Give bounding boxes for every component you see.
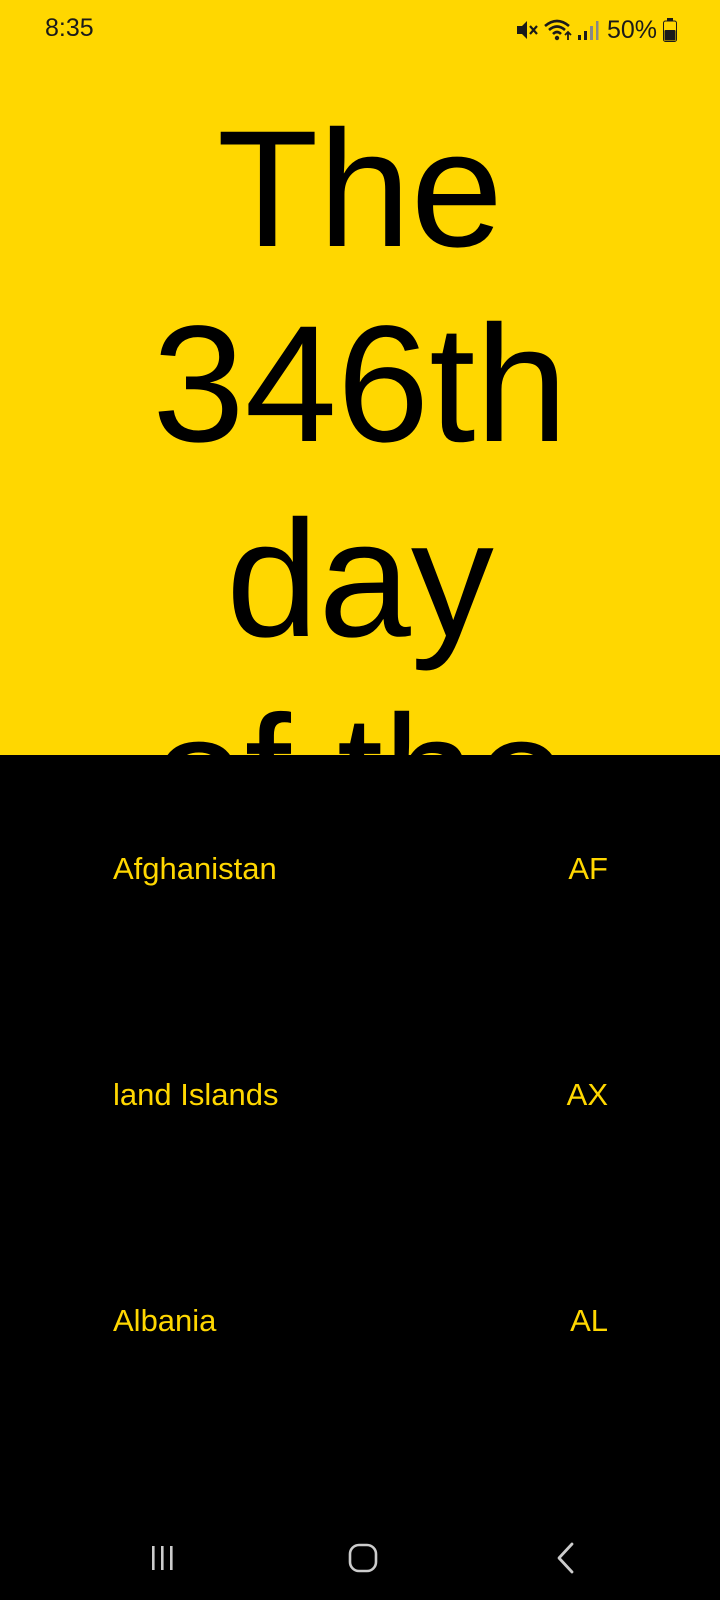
status-time: 8:35 [45,14,94,42]
status-bar: 8:35 50% [0,0,720,60]
back-icon [554,1541,578,1580]
country-code: AL [570,1303,608,1338]
system-navigation-bar [0,1515,720,1600]
country-list: Afghanistan AF land Islands AX Albania A… [0,755,720,1515]
status-icons: 50% [515,14,677,46]
headline-line: of the [0,677,720,755]
country-row[interactable]: land Islands AX [0,1033,720,1153]
country-name: land Islands [113,1077,279,1112]
country-row[interactable]: Afghanistan AF [0,807,720,927]
home-icon [347,1542,379,1579]
day-of-year-panel: 8:35 50% The 346th day [0,0,720,755]
country-name: Albania [113,1303,217,1338]
battery-icon [663,18,677,42]
home-button[interactable] [333,1535,393,1585]
mute-icon [515,19,539,41]
country-name: Afghanistan [113,851,277,886]
day-of-year-headline: The 346th day of the [0,92,720,755]
recent-apps-icon [148,1543,178,1578]
headline-line: 346th [152,292,568,477]
wifi-icon [543,18,573,42]
headline-line: The [216,97,504,282]
country-code: AF [568,851,608,886]
recent-apps-button[interactable] [133,1535,193,1585]
signal-icon [577,19,599,41]
battery-percentage: 50% [606,15,657,44]
headline-line: day [226,487,494,672]
country-code: AX [566,1077,608,1112]
country-row[interactable]: Albania AL [0,1259,720,1379]
back-button[interactable] [536,1535,596,1585]
